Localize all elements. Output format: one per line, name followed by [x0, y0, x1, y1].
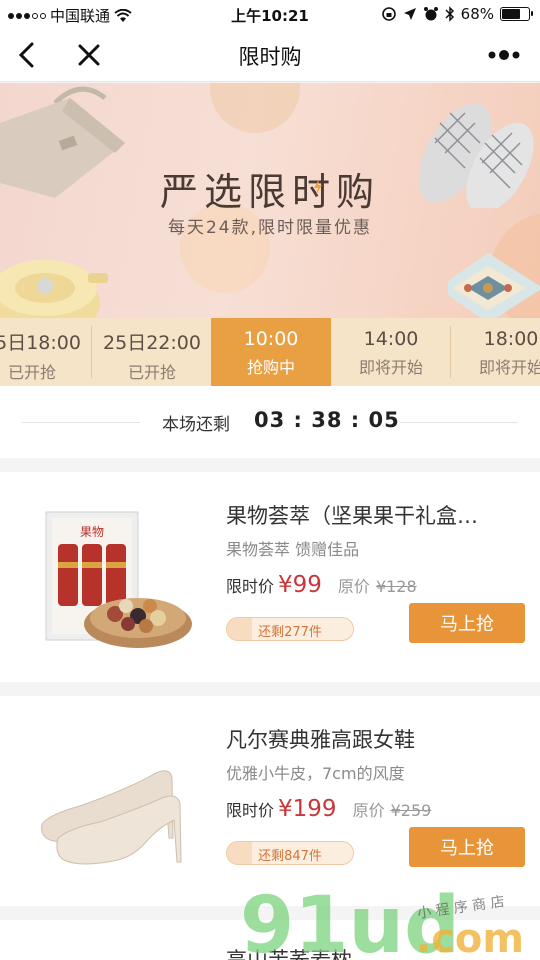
- nav-bar: 限时购: [0, 28, 540, 82]
- countdown-timer: 03 : 38 : 05: [254, 408, 400, 432]
- page-title: 限时购: [238, 45, 302, 69]
- more-button[interactable]: [484, 38, 524, 72]
- tab-status: 即将开始: [358, 358, 423, 377]
- buy-now-button[interactable]: 马上抢: [409, 827, 525, 867]
- price-row: 限时价 ¥99 原价 ¥128: [226, 572, 417, 598]
- original-price: ¥128: [375, 577, 417, 596]
- tab-time: 10:00: [243, 328, 299, 350]
- tab-time: 14:00: [363, 328, 419, 350]
- sale-price: ¥99: [278, 572, 322, 598]
- tab-status: 即将开始: [478, 358, 540, 377]
- battery-icon: [500, 7, 533, 21]
- svg-text:果物: 果物: [80, 525, 104, 539]
- cookware-image: [0, 260, 108, 319]
- stock-remaining: 还剩277件: [258, 625, 322, 640]
- alarm-icon: [423, 7, 438, 21]
- price-row: 限时价 ¥199 原价 ¥259: [226, 796, 431, 822]
- product-image-heels: [41, 770, 182, 865]
- product-card[interactable]: 果物 果物荟萃（坚果果干礼盒… 果物荟萃 馈赠佳品 限时价 ¥99 原价 ¥12…: [0, 472, 540, 682]
- tab-status: 抢购中: [246, 358, 295, 377]
- tile-pattern-image: [448, 253, 540, 319]
- more-dots-icon: [488, 50, 520, 60]
- tab-time: 25日18:00: [0, 332, 81, 354]
- lightning-icon: [314, 179, 322, 195]
- product-desc: 果物荟萃 馈赠佳品: [226, 540, 360, 559]
- rotation-lock-icon: [381, 7, 396, 21]
- original-price: ¥259: [390, 801, 432, 820]
- stock-remaining: 还剩847件: [258, 849, 322, 864]
- decor-circle: [210, 83, 300, 133]
- battery-level: [502, 9, 520, 19]
- divider: [400, 422, 518, 423]
- promo-banner[interactable]: 严选限时购 每天24款,限时限量优惠: [0, 83, 540, 319]
- banner-subheading: 每天24款,限时限量优惠: [167, 218, 373, 238]
- stock-progress: 还剩847件: [226, 841, 354, 865]
- tab-time: 18:00: [483, 328, 539, 350]
- divider: [22, 422, 140, 423]
- battery-percent: 68%: [460, 5, 494, 23]
- location-icon: [403, 8, 416, 20]
- sale-price: ¥199: [278, 796, 337, 822]
- product-card[interactable]: 凡尔赛典雅高跟女鞋 优雅小牛皮，7cm的风度 限时价 ¥199 原价 ¥259 …: [0, 696, 540, 906]
- original-price-label: 原价: [337, 577, 370, 596]
- tab-1800[interactable]: 18:00 即将开始: [451, 318, 540, 386]
- product-card[interactable]: 高山苦荞麦枕: [0, 920, 540, 960]
- countdown-bar: 本场还剩 03 : 38 : 05: [0, 386, 540, 458]
- tab-status: 已开抢: [7, 363, 56, 382]
- buy-now-button[interactable]: 马上抢: [409, 603, 525, 643]
- product-image-nut-gift-box: 果物: [45, 511, 192, 648]
- stock-progress: 还剩277件: [226, 617, 354, 641]
- product-name: 凡尔赛典雅高跟女鞋: [226, 728, 415, 752]
- sale-price-label: 限时价: [226, 801, 275, 820]
- tab-1000-active[interactable]: 10:00 抢购中: [211, 318, 331, 394]
- status-bar: 中国联通 上午10:21 68%: [0, 0, 540, 28]
- time-tabs: 25日18:00 已开抢 25日22:00 已开抢 10:00 抢购中 14:0…: [0, 318, 540, 394]
- sale-price-label: 限时价: [226, 577, 275, 596]
- countdown-label: 本场还剩: [162, 415, 230, 435]
- tab-status: 已开抢: [127, 363, 176, 382]
- tab-25-2200[interactable]: 25日22:00 已开抢: [92, 318, 212, 386]
- original-price-label: 原价: [352, 801, 385, 820]
- tab-time: 25日22:00: [103, 332, 201, 354]
- banner-heading: 严选限时购: [159, 170, 380, 214]
- product-name: 果物荟萃（坚果果干礼盒…: [226, 504, 478, 528]
- tab-1400[interactable]: 14:00 即将开始: [331, 318, 451, 386]
- tab-25-1800[interactable]: 25日18:00 已开抢: [0, 318, 92, 386]
- status-right: 68%: [381, 5, 533, 23]
- product-name: 高山苦荞麦枕: [226, 948, 352, 960]
- bluetooth-icon: [445, 6, 454, 22]
- product-desc: 优雅小牛皮，7cm的风度: [226, 764, 405, 783]
